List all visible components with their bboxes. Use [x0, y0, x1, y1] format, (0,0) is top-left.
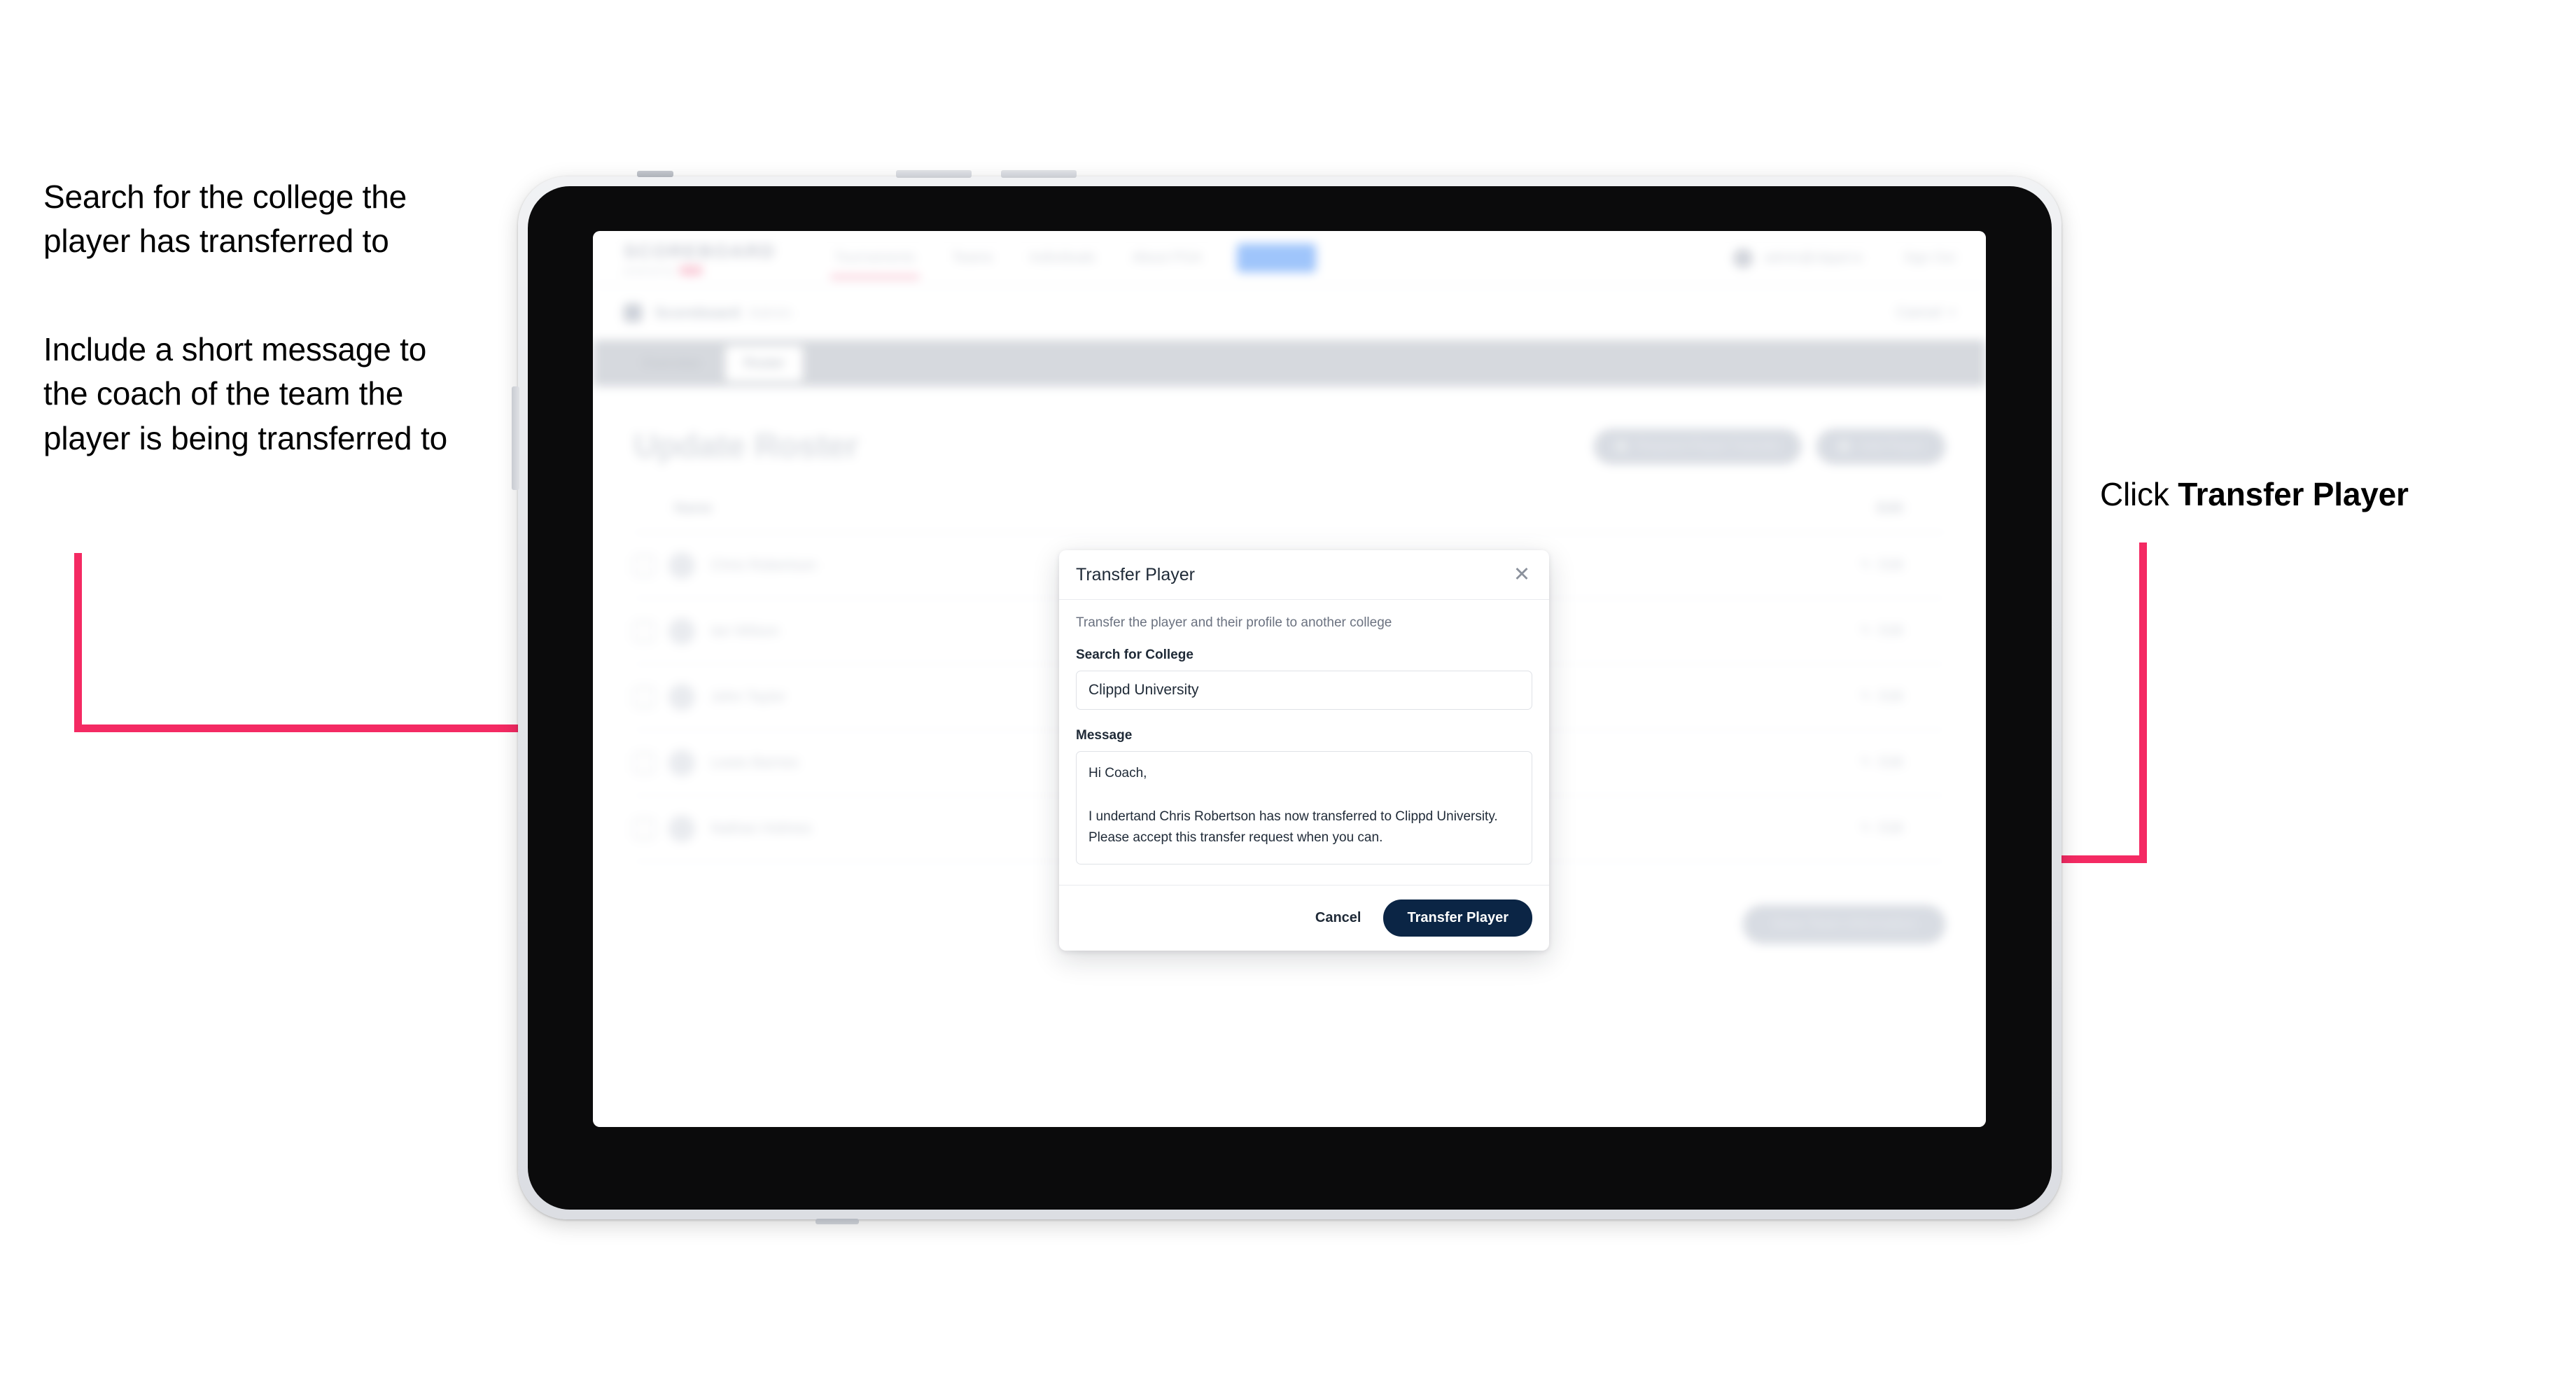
edit-label: Edit [1879, 689, 1903, 704]
edit-link[interactable]: ✎ Edit [1858, 622, 1945, 640]
dialog-body: Transfer the player and their profile to… [1059, 600, 1549, 885]
edit-label: Edit [1879, 820, 1903, 836]
edit-link[interactable]: ✎ Edit [1858, 820, 1945, 837]
column-header-name: Name [674, 500, 713, 516]
chevron-down-icon[interactable]: ▾ [1949, 305, 1955, 320]
dialog-description: Transfer the player and their profile to… [1076, 615, 1392, 630]
message-textarea[interactable] [1076, 751, 1532, 864]
cancel-button[interactable]: Cancel [1312, 904, 1364, 932]
tab-strip: Overview Roster [593, 340, 1986, 386]
avatar [668, 683, 695, 710]
roster-table-header: Name Edit [634, 500, 1945, 533]
pencil-icon: ✎ [1858, 622, 1873, 640]
breadcrumb-cancel-button[interactable]: Cancel [1896, 304, 1942, 321]
college-field-label: Search for College [1076, 648, 1194, 662]
volume-down-button[interactable] [1001, 170, 1077, 178]
player-name: Chris Robertson [710, 556, 817, 573]
edit-label: Edit [1879, 557, 1903, 573]
volume-up-button[interactable] [896, 170, 972, 178]
nav-item-tournaments[interactable]: Tournaments [830, 234, 920, 281]
app-logo-subtitle: powered by [624, 265, 776, 276]
avatar [668, 815, 695, 842]
bottom-connector [816, 1219, 859, 1224]
connector-right-vertical [2139, 542, 2147, 863]
annotation-search-college: Search for the college the player has tr… [43, 178, 407, 260]
power-button[interactable] [637, 171, 673, 177]
tab-roster[interactable]: Roster [725, 345, 804, 382]
annotation-right-prefix: Click [2100, 476, 2178, 512]
app-logo[interactable]: SCOREBOARD powered by [624, 241, 776, 276]
add-player-button[interactable]: Add Player [1816, 428, 1945, 464]
transfer-player-dialog: Transfer Player ✕ Transfer the player an… [1059, 550, 1549, 951]
row-checkbox[interactable] [634, 686, 654, 708]
save-team-information-button[interactable]: Save Team Information [1742, 905, 1945, 944]
side-button[interactable] [512, 386, 519, 490]
edit-link[interactable]: ✎ Edit [1858, 688, 1945, 706]
edit-label: Edit [1879, 623, 1903, 638]
pencil-icon: ✎ [1858, 754, 1873, 771]
nav-item-teams[interactable]: Teams [951, 234, 995, 281]
breadcrumb-icon [624, 303, 642, 322]
pencil-icon: ✎ [1858, 820, 1873, 837]
page-header-row: Update Roster Request Player Transfer Ad… [593, 386, 1986, 465]
dialog-footer: Cancel Transfer Player [1059, 885, 1549, 951]
avatar [668, 749, 695, 776]
transfer-icon [1615, 440, 1629, 453]
request-player-transfer-button[interactable]: Request Player Transfer [1594, 428, 1802, 464]
plus-icon [1837, 440, 1851, 453]
edit-link[interactable]: ✎ Edit [1858, 754, 1945, 771]
pencil-icon: ✎ [1858, 556, 1873, 574]
annotation-include-message: Include a short message to the coach of … [43, 331, 447, 456]
column-header-edit: Edit [1877, 500, 1903, 516]
player-name: Nathan Holmes [710, 820, 812, 836]
close-icon[interactable]: ✕ [1511, 564, 1532, 585]
annotation-right-bold: Transfer Player [2178, 476, 2409, 512]
request-player-transfer-label: Request Player Transfer [1637, 438, 1781, 454]
nav-item-individuals[interactable]: Individuals [1028, 234, 1098, 281]
tab-overview[interactable]: Overview [624, 346, 718, 382]
add-player-label: Add Player [1859, 438, 1924, 454]
annotation-click-transfer-player: Click Transfer Player [2100, 472, 2534, 517]
breadcrumb-main-label[interactable]: Scoreboard [654, 304, 740, 322]
avatar [668, 617, 695, 645]
page-title: Update Roster [634, 428, 859, 465]
player-name: Lewis Barnes [710, 754, 799, 771]
breadcrumb-bar: Scoreboard Admin Cancel ▾ [593, 286, 1986, 340]
player-name: Ian Wilson [710, 622, 780, 639]
app-screen: SCOREBOARD powered by Tournaments Teams … [593, 231, 1986, 1127]
edit-link[interactable]: ✎ Edit [1858, 556, 1945, 574]
row-checkbox[interactable] [634, 752, 654, 774]
user-email: admin@clippd.io [1764, 250, 1863, 265]
row-checkbox[interactable] [634, 554, 654, 576]
row-checkbox[interactable] [634, 620, 654, 642]
avatar[interactable] [1733, 248, 1754, 268]
row-checkbox[interactable] [634, 818, 654, 839]
sign-out-button[interactable]: Sign Out [1903, 251, 1955, 266]
player-name: John Taylor [710, 688, 786, 705]
message-field-label: Message [1076, 728, 1133, 743]
connector-left-vertical [74, 553, 82, 732]
nav-item-admin-pill[interactable]: Admin [1237, 244, 1316, 272]
tablet-device-frame: SCOREBOARD powered by Tournaments Teams … [512, 170, 2062, 1224]
pencil-icon: ✎ [1858, 688, 1873, 706]
avatar [668, 552, 695, 579]
app-logo-text: SCOREBOARD [624, 240, 776, 262]
nav-item-about[interactable]: About PGA [1130, 234, 1203, 281]
college-search-input[interactable] [1076, 671, 1532, 710]
dialog-header: Transfer Player ✕ [1059, 550, 1549, 600]
app-logo-subtitle-text: powered by [624, 265, 676, 276]
transfer-player-button[interactable]: Transfer Player [1383, 899, 1532, 937]
breadcrumb-sub-label: Admin [748, 303, 792, 321]
app-logo-badge [680, 265, 703, 275]
dialog-title: Transfer Player [1076, 564, 1195, 584]
edit-label: Edit [1879, 755, 1903, 770]
top-navigation-bar: SCOREBOARD powered by Tournaments Teams … [593, 231, 1986, 286]
